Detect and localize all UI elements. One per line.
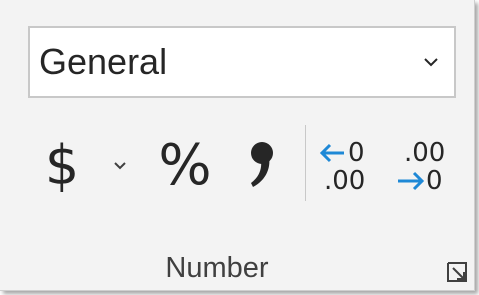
number-format-dialog-launcher[interactable] [445,260,469,284]
percent-style-button[interactable]: % [150,130,220,200]
accounting-format-dropdown-button[interactable] [108,150,132,180]
increase-decimal-icon: 0 .00 [319,138,365,196]
decrease-decimal-icon: .00 0 [398,138,445,196]
decrease-decimal-button[interactable]: .00 0 [394,132,450,202]
number-format-dropdown[interactable]: General [28,26,456,98]
svg-text:.00: .00 [404,138,445,168]
percent-icon: % [158,132,212,198]
dialog-launcher-icon [447,262,467,282]
comma-style-button[interactable] [240,128,284,200]
ribbon-separator [305,125,306,201]
svg-text:.00: .00 [324,166,365,196]
increase-decimal-button[interactable]: 0 .00 [318,132,374,202]
number-format-value: General [39,41,168,82]
chevron-down-icon [114,161,126,169]
svg-text:0: 0 [426,166,443,196]
comma-style-icon [251,142,273,187]
svg-text:0: 0 [348,138,365,168]
number-ribbon-group: General $ % 0 .00 .00 0 Number [0,0,475,291]
chevron-down-icon [420,51,442,73]
group-label: Number [165,252,269,284]
dollar-icon: $ [44,133,80,197]
accounting-format-button[interactable]: $ [42,130,82,200]
